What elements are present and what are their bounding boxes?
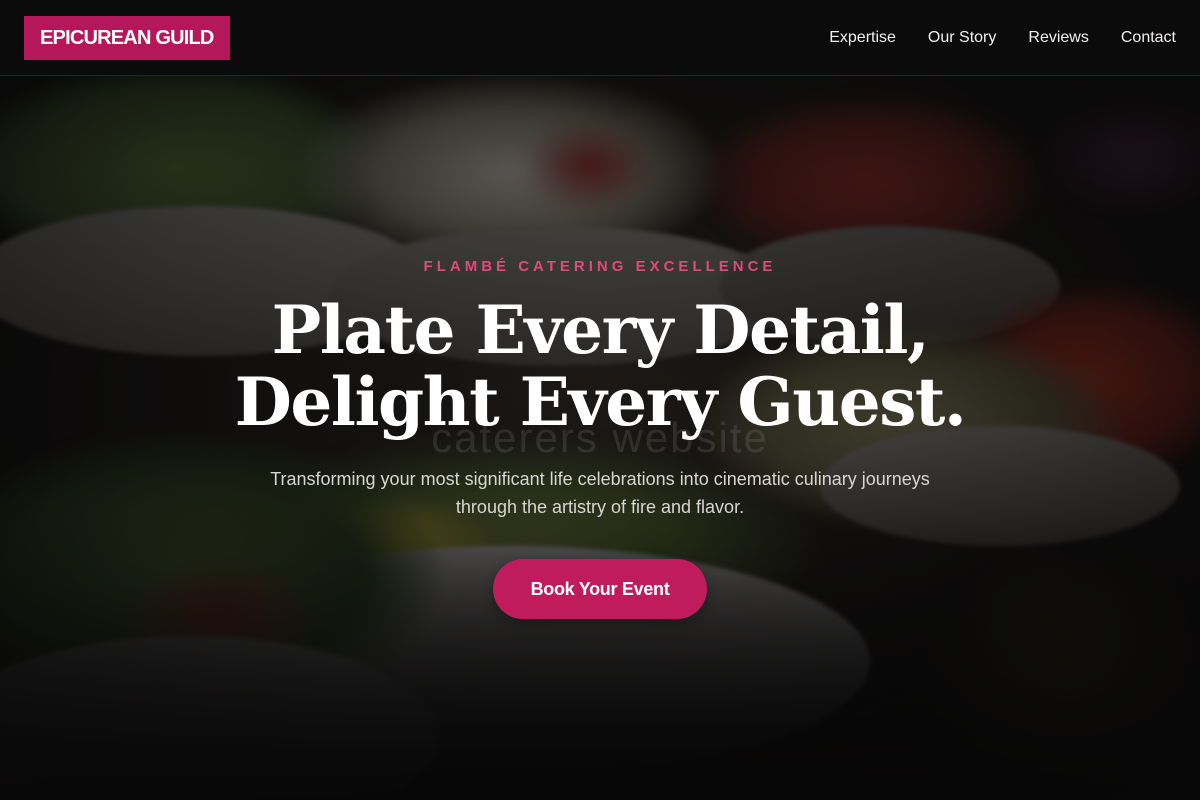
nav-link-our-story[interactable]: Our Story xyxy=(928,29,996,47)
main-nav: Expertise Our Story Reviews Contact xyxy=(829,0,1176,76)
hero-section: FLAMBÉ CATERING EXCELLENCE caterers webs… xyxy=(0,76,1200,800)
nav-link-contact[interactable]: Contact xyxy=(1121,29,1176,47)
site-header: EPICUREAN GUILD Expertise Our Story Revi… xyxy=(0,0,1200,76)
hero-headline: Plate Every Detail, Delight Every Guest. xyxy=(150,294,1050,438)
page: EPICUREAN GUILD Expertise Our Story Revi… xyxy=(0,0,1200,800)
book-event-button[interactable]: Book Your Event xyxy=(493,559,707,619)
hero-headline-line-1: Plate Every Detail, xyxy=(271,291,930,369)
hero-eyebrow: FLAMBÉ CATERING EXCELLENCE xyxy=(423,258,777,275)
hero-headline-line-2: Delight Every Guest. xyxy=(234,363,967,441)
nav-link-expertise[interactable]: Expertise xyxy=(829,29,896,47)
nav-link-reviews[interactable]: Reviews xyxy=(1028,29,1088,47)
hero-subtext: Transforming your most significant life … xyxy=(270,469,930,517)
logo-link[interactable]: EPICUREAN GUILD xyxy=(24,16,230,60)
